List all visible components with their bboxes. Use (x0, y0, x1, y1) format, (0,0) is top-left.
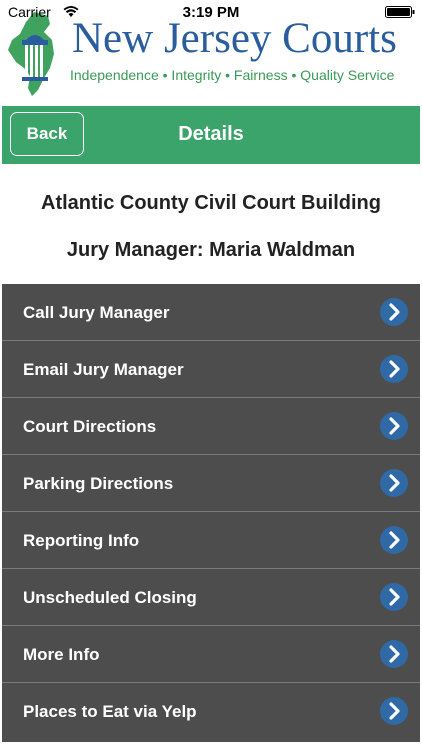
chevron-right-icon (380, 412, 408, 440)
chevron-right-icon (380, 469, 408, 497)
menu-item-reporting-info[interactable]: Reporting Info (2, 512, 420, 569)
status-clock: 3:19 PM (182, 4, 240, 21)
battery-icon (385, 6, 415, 18)
nj-state-emblem-icon (8, 12, 54, 96)
menu-item-unscheduled-closing[interactable]: Unscheduled Closing (2, 569, 420, 626)
nav-bar: Back Details (2, 106, 420, 164)
menu-item-label: Reporting Info (23, 531, 140, 550)
chevron-right-icon (380, 298, 408, 326)
menu-item-label: Parking Directions (23, 474, 174, 493)
menu-item-label: Unscheduled Closing (23, 588, 197, 607)
chevron-right-icon (380, 355, 408, 383)
brand-tagline: Independence • Integrity • Fairness • Qu… (70, 67, 395, 83)
chevron-right-icon (380, 640, 408, 668)
chevron-right-icon (380, 526, 408, 554)
menu-item-call-jury-manager[interactable]: Call Jury Manager (2, 284, 420, 341)
menu-item-label: Call Jury Manager (23, 303, 170, 322)
chevron-right-icon (380, 583, 408, 611)
page-title: Details (178, 123, 244, 145)
menu-item-court-directions[interactable]: Court Directions (2, 398, 420, 455)
jury-manager-name: Jury Manager: Maria Waldman (66, 239, 356, 261)
court-info: Atlantic County Civil Court Building Jur… (2, 166, 420, 282)
menu-item-parking-directions[interactable]: Parking Directions (2, 455, 420, 512)
menu-item-label: Places to Eat via Yelp (23, 702, 197, 721)
status-bar: Carrier 3:19 PM (0, 0, 422, 22)
chevron-right-icon (380, 697, 408, 725)
menu-item-places-to-eat[interactable]: Places to Eat via Yelp (2, 683, 420, 739)
details-menu-list: Call Jury Manager Email Jury Manager Cou… (2, 284, 420, 742)
menu-item-label: Email Jury Manager (23, 360, 184, 379)
menu-item-email-jury-manager[interactable]: Email Jury Manager (2, 341, 420, 398)
menu-item-label: More Info (23, 645, 100, 664)
menu-item-more-info[interactable]: More Info (2, 626, 420, 683)
court-name: Atlantic County Civil Court Building (41, 192, 381, 214)
menu-item-label: Court Directions (23, 417, 157, 436)
